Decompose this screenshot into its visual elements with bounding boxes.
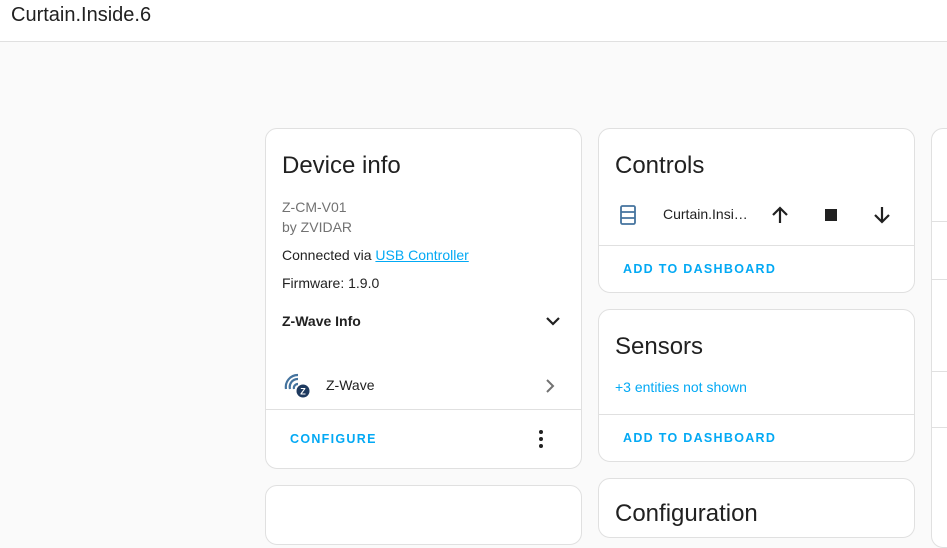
curtain-entity-row[interactable]: Curtain.Insi… bbox=[599, 199, 914, 231]
controls-card: Controls Curtain.Insi… ADD TO DASHBOARD bbox=[598, 128, 915, 293]
zwave-integration-label: Z-Wave bbox=[326, 377, 375, 393]
right-card-divider-4 bbox=[932, 427, 947, 428]
usb-controller-link[interactable]: USB Controller bbox=[375, 247, 468, 263]
device-model: Z-CM-V01 bbox=[282, 199, 347, 215]
zwave-logo-icon: Z bbox=[284, 373, 310, 398]
more-vert-icon[interactable] bbox=[529, 427, 553, 451]
controls-add-to-dashboard-button[interactable]: ADD TO DASHBOARD bbox=[623, 262, 776, 276]
connected-via: Connected via USB Controller bbox=[282, 247, 469, 263]
chevron-right-icon bbox=[546, 379, 555, 393]
firmware-version: Firmware: 1.9.0 bbox=[282, 275, 380, 291]
chevron-down-icon bbox=[546, 317, 560, 326]
page-title: Curtain.Inside.6 bbox=[11, 4, 152, 26]
zwave-info-label: Z-Wave Info bbox=[282, 313, 361, 329]
curtain-entity-name[interactable]: Curtain.Insi… bbox=[663, 206, 751, 222]
card-actions-divider bbox=[266, 409, 581, 410]
stop-icon[interactable] bbox=[819, 203, 843, 227]
right-column-card bbox=[931, 128, 947, 548]
device-info-title: Device info bbox=[282, 152, 401, 179]
sensors-divider bbox=[599, 414, 914, 415]
device-info-card: Device info Z-CM-V01 by ZVIDAR Connected… bbox=[265, 128, 582, 469]
sensors-add-to-dashboard-button[interactable]: ADD TO DASHBOARD bbox=[623, 431, 776, 445]
right-card-divider-2 bbox=[932, 279, 947, 280]
arrow-down-icon[interactable] bbox=[870, 203, 894, 227]
right-card-divider-3 bbox=[932, 371, 947, 372]
arrow-up-icon[interactable] bbox=[768, 203, 792, 227]
configure-button[interactable]: CONFIGURE bbox=[290, 432, 377, 446]
curtains-icon bbox=[620, 205, 636, 225]
configuration-card: Configuration bbox=[598, 478, 915, 538]
right-card-divider-1 bbox=[932, 221, 947, 222]
device-info-secondary-card bbox=[265, 485, 582, 545]
hidden-entities-link[interactable]: +3 entities not shown bbox=[615, 379, 747, 395]
controls-divider bbox=[599, 245, 914, 246]
configuration-title: Configuration bbox=[615, 500, 758, 527]
device-manufacturer: by ZVIDAR bbox=[282, 219, 353, 235]
controls-title: Controls bbox=[615, 152, 705, 179]
top-app-bar: Curtain.Inside.6 bbox=[0, 0, 947, 42]
zwave-integration-row[interactable]: Z Z-Wave bbox=[266, 367, 581, 403]
sensors-card: Sensors +3 entities not shown ADD TO DAS… bbox=[598, 309, 915, 462]
sensors-title: Sensors bbox=[615, 333, 704, 360]
connected-via-label: Connected via bbox=[282, 247, 376, 263]
svg-text:Z: Z bbox=[300, 387, 306, 397]
zwave-info-expander[interactable]: Z-Wave Info bbox=[266, 305, 581, 337]
